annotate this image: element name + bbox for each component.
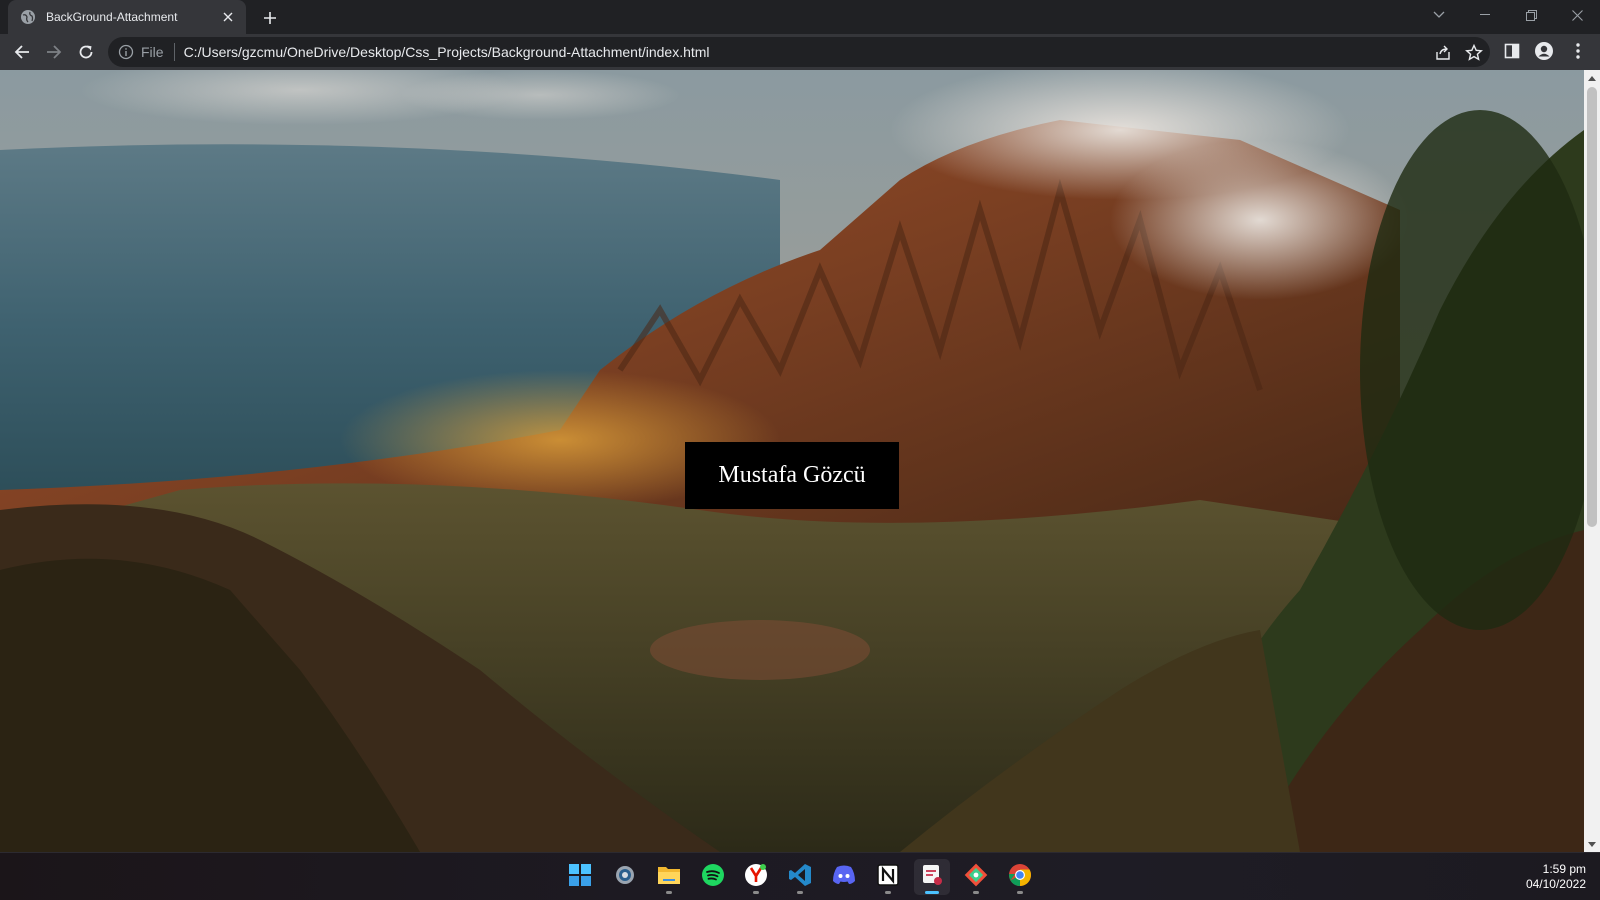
- snipping-tool-icon: [920, 863, 944, 892]
- taskbar: 1:59 pm 04/10/2022: [0, 852, 1600, 900]
- running-indicator: [973, 891, 979, 894]
- info-icon[interactable]: [118, 44, 134, 60]
- reload-button[interactable]: [72, 38, 100, 66]
- git-button[interactable]: [958, 859, 994, 895]
- snipping-tool-button[interactable]: [914, 859, 950, 895]
- scroll-up-icon[interactable]: [1584, 70, 1600, 86]
- running-indicator: [753, 891, 759, 894]
- yandex-browser-button[interactable]: [738, 859, 774, 895]
- active-indicator: [925, 891, 939, 894]
- tab-strip: BackGround-Attachment: [0, 0, 1600, 34]
- vscode-icon: [788, 863, 812, 892]
- clock-date: 04/10/2022: [1525, 877, 1586, 891]
- url-text[interactable]: C:/Users/gzcmu/OneDrive/Desktop/Css_Proj…: [184, 44, 710, 60]
- side-panel-icon[interactable]: [1501, 40, 1523, 62]
- name-card: Mustafa Gözcü: [685, 442, 899, 509]
- git-icon: [964, 863, 988, 892]
- minimize-icon[interactable]: [1462, 0, 1508, 30]
- close-window-icon[interactable]: [1554, 0, 1600, 30]
- bookmark-star-icon[interactable]: [1465, 44, 1483, 62]
- running-indicator: [797, 891, 803, 894]
- settings-app-button[interactable]: [607, 859, 643, 895]
- notion-icon: [877, 863, 899, 891]
- chrome-button[interactable]: [1002, 859, 1038, 895]
- page-viewport: Mustafa Gözcü: [0, 70, 1584, 852]
- yandex-browser-icon: [744, 863, 768, 892]
- spotify-icon: [701, 863, 725, 892]
- notion-button[interactable]: [870, 859, 906, 895]
- scroll-down-icon[interactable]: [1584, 836, 1600, 852]
- running-indicator: [885, 891, 891, 894]
- running-indicator: [1017, 891, 1023, 894]
- system-clock[interactable]: 1:59 pm 04/10/2022: [1526, 862, 1586, 892]
- browser-tab[interactable]: BackGround-Attachment: [8, 0, 246, 34]
- file-explorer-icon: [657, 864, 681, 891]
- running-indicator: [666, 891, 672, 894]
- back-button[interactable]: [8, 38, 36, 66]
- discord-icon: [832, 865, 856, 890]
- chrome-icon: [1008, 863, 1032, 892]
- share-icon[interactable]: [1434, 44, 1452, 62]
- tab-search-icon[interactable]: [1416, 0, 1462, 30]
- divider: [173, 43, 175, 61]
- scheme-label: File: [141, 44, 164, 60]
- spotify-button[interactable]: [695, 859, 731, 895]
- vertical-scrollbar[interactable]: [1584, 70, 1600, 852]
- forward-button[interactable]: [40, 38, 68, 66]
- scroll-thumb[interactable]: [1587, 87, 1597, 527]
- clock-time: 1:59 pm: [1542, 862, 1586, 876]
- close-tab-icon[interactable]: [220, 9, 236, 25]
- discord-button[interactable]: [826, 859, 862, 895]
- new-tab-button[interactable]: [258, 6, 282, 30]
- file-explorer-button[interactable]: [651, 859, 687, 895]
- settings-icon: [613, 863, 637, 892]
- name-heading: Mustafa Gözcü: [718, 462, 866, 488]
- restore-icon[interactable]: [1508, 0, 1554, 30]
- menu-kebab-icon[interactable]: [1567, 40, 1589, 62]
- profile-avatar-icon[interactable]: [1533, 40, 1555, 62]
- tab-title: BackGround-Attachment: [46, 10, 178, 24]
- windows-start-icon: [569, 863, 591, 891]
- vscode-button[interactable]: [782, 859, 818, 895]
- browser-toolbar: File C:/Users/gzcmu/OneDrive/Desktop/Css…: [0, 34, 1600, 70]
- globe-icon: [20, 9, 36, 25]
- windows-start-button[interactable]: [562, 859, 598, 895]
- address-bar[interactable]: File C:/Users/gzcmu/OneDrive/Desktop/Css…: [108, 37, 1490, 67]
